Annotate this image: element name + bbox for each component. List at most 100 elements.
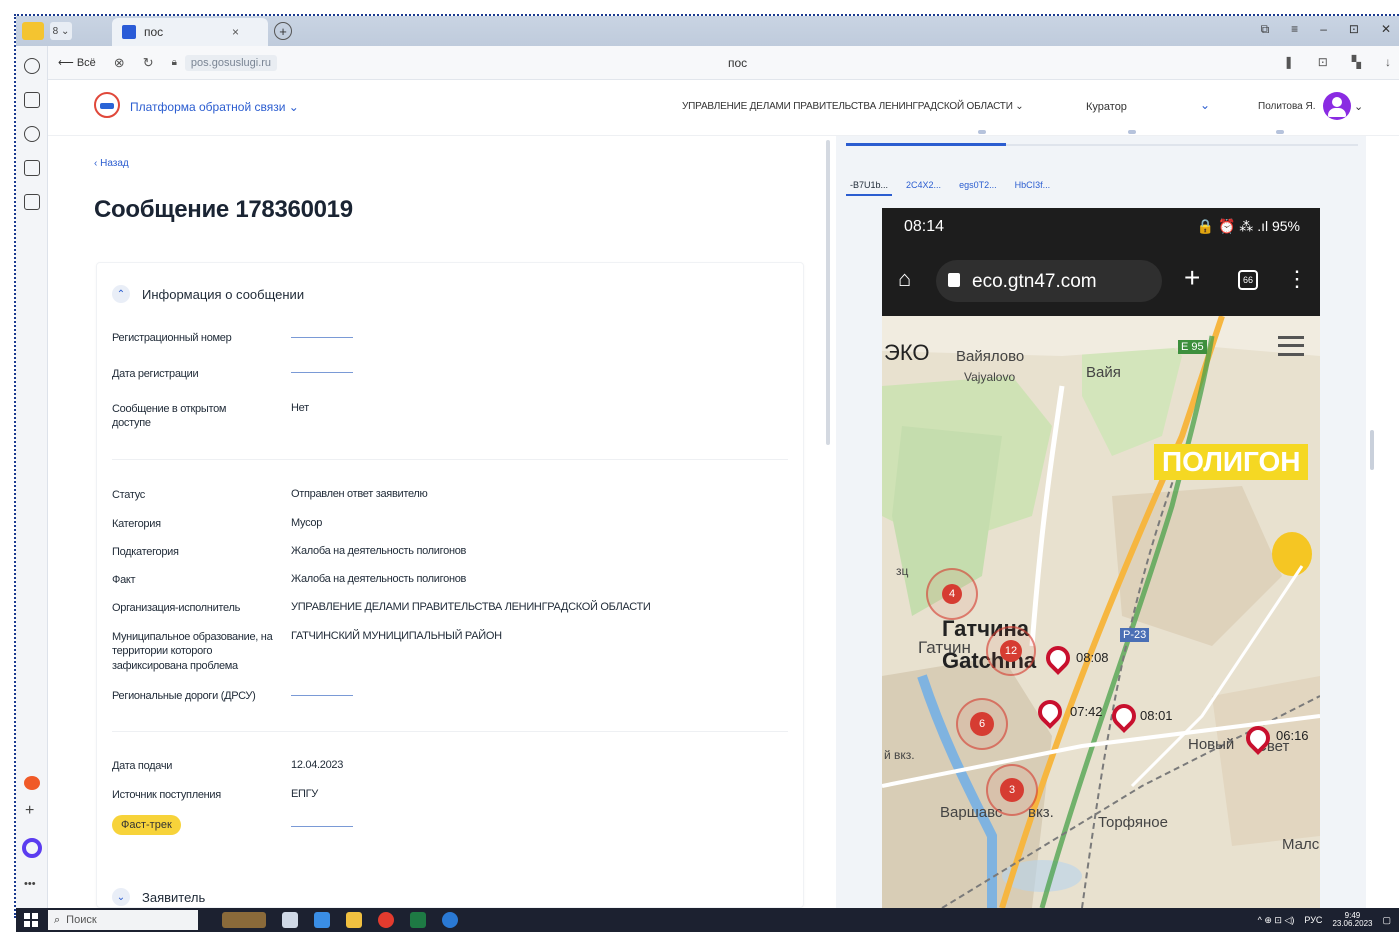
panel-tab-marker[interactable]: [1128, 130, 1136, 134]
avatar[interactable]: [1323, 92, 1351, 120]
hamburger-menu-icon: [1278, 336, 1304, 356]
extensions-icon[interactable]: ▚: [1352, 55, 1361, 69]
app-icon[interactable]: [442, 912, 458, 928]
map-cluster-count: 12: [1000, 640, 1022, 662]
platform-menu[interactable]: Платформа обратной связи ⌄: [130, 100, 299, 114]
url-field[interactable]: pos.gosuslugi.ru: [184, 54, 278, 71]
panel-tab-marker[interactable]: [1276, 130, 1284, 134]
tabs-count-icon: 66: [1238, 270, 1258, 290]
category-label: Категория: [112, 518, 161, 530]
fast-track-badge: Фаст-трек: [112, 815, 181, 835]
divider: [112, 731, 788, 732]
history-icon[interactable]: [24, 58, 40, 74]
gosuslugi-logo-icon[interactable]: [94, 92, 120, 118]
window-control-maximize[interactable]: ⊡: [1349, 22, 1359, 37]
map-pin-time: 08:01: [1140, 708, 1173, 723]
file-tabs: -B7U1b... 2C4X2... egs0T2... HbCI3f...: [846, 176, 1054, 196]
phone-status-bar: 08:14 🔒 ⏰ ⁂ .ıl 95%: [882, 208, 1320, 248]
window-control-close[interactable]: ✕: [1381, 22, 1391, 37]
tab-counter[interactable]: 8 ⌄: [50, 22, 72, 40]
panel-scrollbar[interactable]: [1370, 430, 1374, 470]
address-bar: ⟵ Всё ⊗ ↻ 🔒︎ pos.gosuslugi.ru пос ❚ ⊡ ▚ …: [48, 46, 1399, 80]
file-tab[interactable]: 2C4X2...: [902, 176, 945, 196]
executor-label: Организация-исполнитель: [112, 602, 241, 614]
clock[interactable]: 9:49 23.06.2023: [1332, 912, 1372, 928]
public-access-label: Сообщение в открытом доступе: [112, 403, 227, 430]
user-name[interactable]: Политова Я.: [1258, 101, 1316, 112]
browser-tab[interactable]: пос ×: [112, 18, 268, 46]
more-icon[interactable]: •••: [24, 878, 36, 890]
map-cluster-count: 3: [1000, 778, 1024, 802]
info-section-header[interactable]: ⌃ Информация о сообщении: [112, 285, 304, 303]
bookmark-icon[interactable]: ❚: [1284, 55, 1294, 69]
source-label: Источник поступления: [112, 789, 221, 801]
map-label: Vajyalovo: [964, 370, 1016, 384]
yandex-browser-icon[interactable]: [378, 912, 394, 928]
role-select[interactable]: Куратор: [1086, 101, 1127, 113]
windows-taskbar: ⌕ Поиск ^ ⊕ ⊡ ◁) РУС 9:49 23.06.2023 ▢: [16, 908, 1399, 932]
content-scrollbar[interactable]: [826, 140, 830, 445]
category-value: Мусор: [291, 517, 323, 529]
applicant-section-header[interactable]: ⌄ Заявитель: [112, 888, 205, 906]
municipality-label: Муниципальное образование, на территории…: [112, 631, 273, 672]
taskbar-search[interactable]: ⌕ Поиск: [48, 910, 198, 930]
map-pin-time: 07:42: [1070, 704, 1103, 719]
protect-icon[interactable]: ⊗: [114, 55, 125, 71]
favorite-app-icon[interactable]: [24, 776, 40, 790]
window-control-menu[interactable]: ≡: [1291, 22, 1298, 37]
section-title: Заявитель: [142, 889, 206, 905]
organization-select[interactable]: УПРАВЛЕНИЕ ДЕЛАМИ ПРАВИТЕЛЬСТВА ЛЕНИНГРА…: [682, 101, 1024, 112]
download-icon[interactable]: ↓: [1385, 55, 1391, 69]
user-menu-chevron-icon[interactable]: ⌄: [1354, 100, 1363, 113]
address-bar-actions: ❚ ⊡ ▚ ↓: [1284, 55, 1391, 69]
map-label: Новый: [1188, 736, 1235, 753]
notes-icon[interactable]: [24, 160, 40, 176]
notifications-icon[interactable]: ▢: [1382, 915, 1391, 926]
window-control-minimize[interactable]: –: [1320, 22, 1327, 37]
new-tab-button[interactable]: +: [274, 22, 292, 40]
attachment-screenshot[interactable]: 08:14 🔒 ⏰ ⁂ .ıl 95% ⌂ eco.gtn47.com + 66…: [882, 208, 1320, 908]
file-tab[interactable]: HbCI3f...: [1011, 176, 1055, 196]
public-access-value: Нет: [291, 402, 309, 414]
divider: [112, 459, 788, 460]
excel-icon[interactable]: [410, 912, 426, 928]
task-view-icon[interactable]: [282, 912, 298, 928]
chevron-down-icon[interactable]: ⌄: [1200, 98, 1210, 112]
add-panel-icon[interactable]: +: [25, 802, 34, 820]
tab-title: пос: [144, 25, 164, 39]
alice-assistant-icon[interactable]: [22, 838, 42, 858]
map-cluster-count: 4: [942, 584, 962, 604]
system-tray: ^ ⊕ ⊡ ◁) РУС 9:49 23.06.2023 ▢: [1258, 912, 1391, 928]
executor-value: УПРАВЛЕНИЕ ДЕЛАМИ ПРАВИТЕЛЬСТВА ЛЕНИНГРА…: [291, 601, 651, 613]
phone-url: eco.gtn47.com: [972, 271, 1097, 292]
calculator-icon[interactable]: [314, 912, 330, 928]
registration-date-label: Дата регистрации: [112, 368, 199, 380]
reload-icon[interactable]: ↻: [143, 55, 154, 71]
window-control-collections[interactable]: ⧉: [1261, 22, 1270, 37]
play-icon[interactable]: [24, 126, 40, 142]
language-indicator[interactable]: РУС: [1304, 915, 1322, 925]
section-title: Информация о сообщении: [142, 286, 305, 302]
windows-start-icon[interactable]: [24, 913, 38, 927]
tray-icons[interactable]: ^ ⊕ ⊡ ◁): [1258, 915, 1295, 926]
yandex-logo-icon[interactable]: [22, 22, 44, 40]
taskbar-widget-icon[interactable]: [222, 912, 266, 928]
close-tab-icon[interactable]: ×: [232, 25, 239, 39]
file-tab[interactable]: -B7U1b...: [846, 176, 893, 196]
panel-tab-marker[interactable]: [978, 130, 986, 134]
file-explorer-icon[interactable]: [346, 912, 362, 928]
chevron-up-icon[interactable]: ⌃: [112, 285, 130, 303]
screenshot-icon[interactable]: [24, 194, 40, 210]
back-button[interactable]: ⟵ Всё: [58, 56, 96, 69]
collections-icon[interactable]: [24, 92, 40, 108]
window-controls: ⧉ ≡ – ⊡ ✕: [1261, 22, 1391, 37]
reader-icon[interactable]: ⊡: [1318, 55, 1328, 69]
back-link[interactable]: ‹ Назад: [94, 158, 129, 169]
search-placeholder: Поиск: [66, 914, 97, 926]
chevron-down-icon[interactable]: ⌄: [112, 888, 130, 906]
source-value: ЕПГУ: [291, 788, 318, 800]
kebab-menu-icon: ⋮: [1286, 266, 1308, 291]
file-tab[interactable]: egs0T2...: [955, 176, 1001, 196]
status-label: Статус: [112, 489, 145, 501]
fact-label: Факт: [112, 574, 136, 586]
